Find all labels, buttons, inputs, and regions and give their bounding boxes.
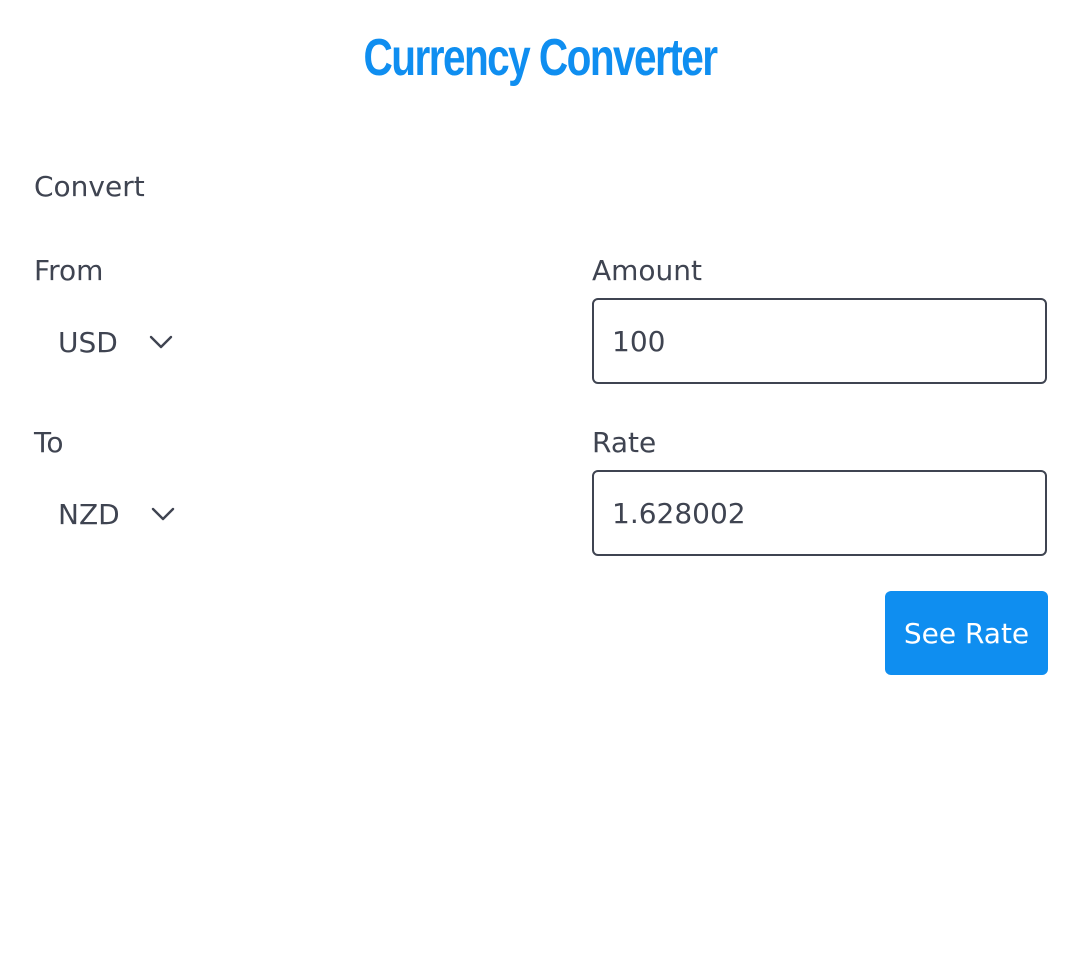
from-currency-select[interactable]: USD	[58, 317, 174, 367]
amount-input[interactable]	[612, 324, 1027, 358]
to-currency-select[interactable]: NZD	[58, 489, 176, 539]
to-label: To	[34, 426, 64, 459]
page-title: Currency Converter	[363, 29, 718, 87]
convert-label: Convert	[34, 170, 145, 203]
amount-field[interactable]	[592, 298, 1047, 384]
amount-label: Amount	[592, 254, 703, 287]
chevron-down-icon	[149, 335, 173, 349]
rate-input[interactable]	[612, 496, 1027, 530]
see-rate-button[interactable]: See Rate	[885, 591, 1048, 675]
to-currency-value: NZD	[58, 497, 120, 531]
from-currency-value: USD	[58, 325, 118, 359]
rate-label: Rate	[592, 426, 657, 459]
from-label: From	[34, 254, 104, 287]
rate-field[interactable]	[592, 470, 1047, 556]
chevron-down-icon	[151, 507, 174, 521]
